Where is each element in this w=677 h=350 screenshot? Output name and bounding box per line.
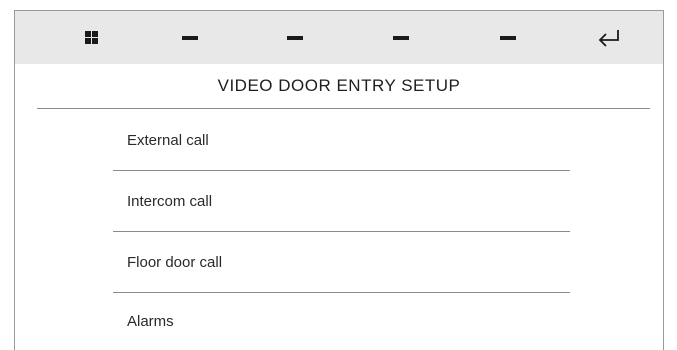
dash-icon xyxy=(393,35,409,40)
toolbar-dash-button-4[interactable] xyxy=(478,11,538,64)
menu-item-label: Intercom call xyxy=(127,193,213,210)
menu-item-label: Floor door call xyxy=(127,254,223,271)
toolbar-dash-button-3[interactable] xyxy=(371,11,431,64)
menu-item-alarms[interactable]: Alarms xyxy=(113,293,570,350)
top-toolbar xyxy=(15,11,663,64)
menu-divider xyxy=(113,170,570,171)
device-screen: VIDEO DOOR ENTRY SETUP External call Int… xyxy=(14,10,664,350)
dash-icon xyxy=(500,35,516,40)
return-arrow-icon xyxy=(598,29,619,47)
menu-item-label: Alarms xyxy=(127,313,174,330)
back-button[interactable] xyxy=(579,11,639,64)
grid-icon xyxy=(84,31,98,44)
menu-item-floor-door-call[interactable]: Floor door call xyxy=(113,234,570,291)
menu-item-intercom-call[interactable]: Intercom call xyxy=(113,173,570,230)
title-divider xyxy=(37,108,650,109)
menu-grid-button[interactable] xyxy=(61,11,121,64)
menu-divider xyxy=(113,231,570,232)
toolbar-dash-button-1[interactable] xyxy=(160,11,220,64)
page-title: VIDEO DOOR ENTRY SETUP xyxy=(217,75,461,95)
toolbar-dash-button-2[interactable] xyxy=(265,11,325,64)
dash-icon xyxy=(287,35,303,40)
dash-icon xyxy=(182,35,198,40)
menu-item-label: External call xyxy=(127,132,209,149)
menu-item-external-call[interactable]: External call xyxy=(113,112,570,169)
